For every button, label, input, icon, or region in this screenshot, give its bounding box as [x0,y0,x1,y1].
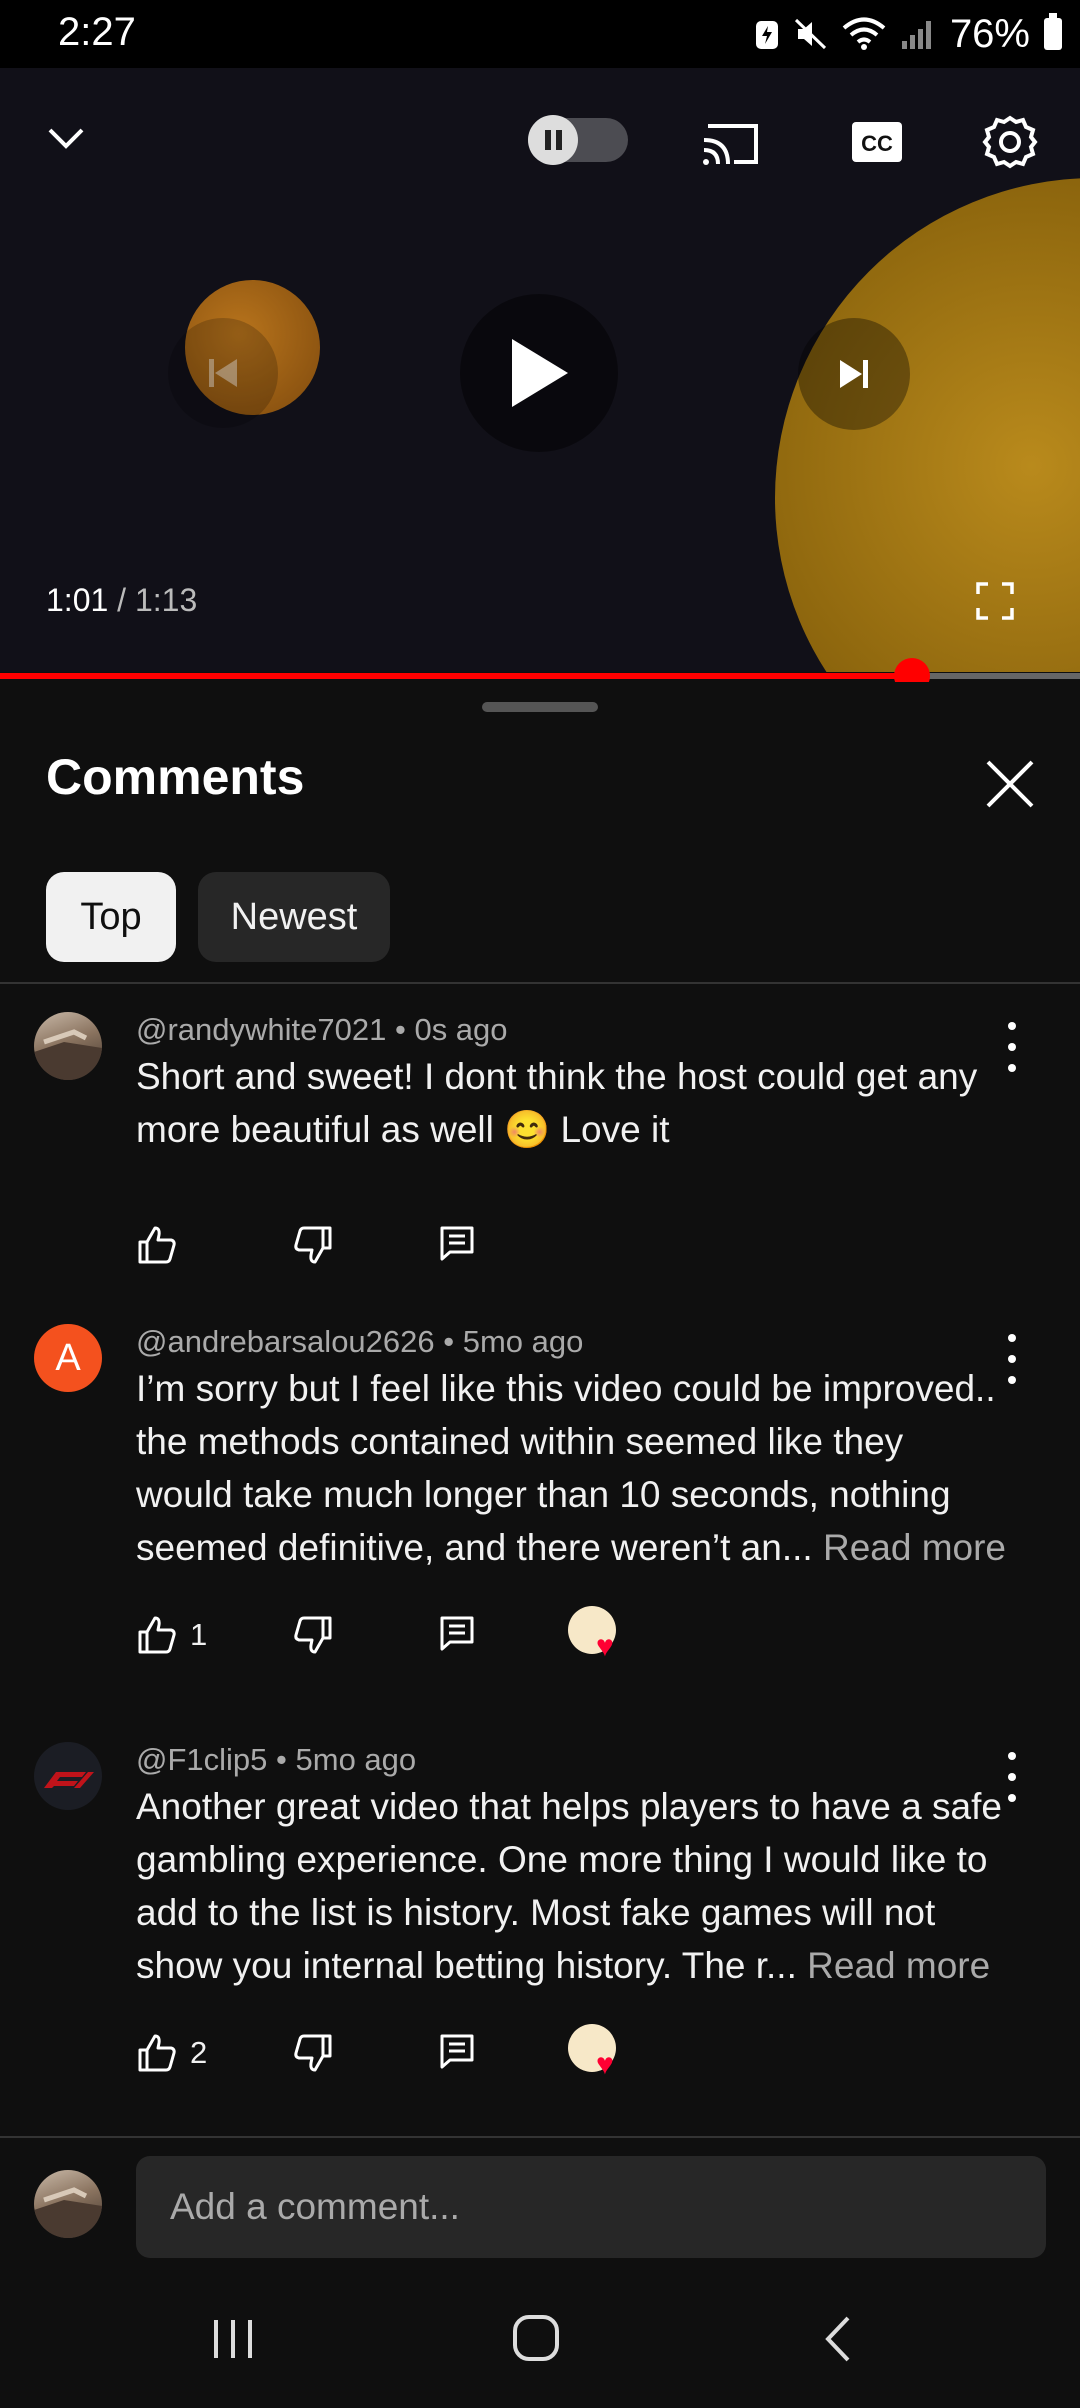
add-comment-bar: Add a comment... [0,2138,1080,2278]
progress-fill [0,673,912,679]
status-icons: 76% [754,8,1062,60]
comment-author[interactable]: @F1clip5 [136,1742,267,1777]
status-bar: 2:27 76% [0,0,1080,68]
back-icon[interactable] [818,2314,862,2364]
comment-text: Another great video that helps players t… [136,1786,1002,1986]
comment-text: I’m sorry but I feel like this video cou… [136,1368,1006,1568]
avatar-photo [34,1029,102,1080]
heart-icon: ♥ [596,1630,614,1663]
reply-icon [440,1616,474,1651]
autoplay-toggle[interactable] [528,115,628,165]
dislike-button[interactable] [292,2032,334,2074]
comment-author[interactable]: @randywhite7021 [136,1012,386,1047]
like-count: 2 [190,2035,208,2070]
avatar[interactable] [34,1742,102,1810]
thumbs-up-icon [138,1616,176,1654]
thumbs-up-icon [138,1226,176,1264]
mute-icon [794,18,826,50]
fullscreen-icon[interactable] [976,582,1014,620]
comments-title: Comments [46,749,305,805]
previous-button[interactable] [168,318,278,428]
drag-handle[interactable] [482,702,598,712]
data-saver-icon [755,21,778,49]
like-button[interactable]: 2 [136,2032,207,2074]
user-avatar [34,2170,102,2238]
duration: 1:13 [134,582,198,618]
play-icon [512,339,568,407]
dislike-button[interactable] [292,1614,334,1656]
home-icon[interactable] [510,2312,562,2364]
cc-icon[interactable]: CC [850,118,904,166]
f1-logo-icon [44,1772,94,1788]
status-time: 2:27 [58,10,136,54]
reply-button[interactable] [438,1224,476,1262]
comment-age: 5mo ago [295,1742,417,1777]
comment-age: 0s ago [414,1012,508,1047]
comment-text: Short and sweet! I dont think the host c… [136,1056,978,1150]
comment-meta: @randywhite7021 • 0s ago [136,1012,508,1047]
filter-chip-top[interactable]: Top [46,872,176,962]
chevron-down-icon[interactable] [44,116,88,160]
thumbs-down-icon [294,1616,332,1654]
thumbs-up-icon [138,2034,176,2072]
next-button[interactable] [798,318,910,430]
comment-meta: @andrebarsalou2626 • 5mo ago [136,1324,584,1359]
battery-icon [1044,13,1062,50]
like-button[interactable] [136,1224,190,1266]
signal-icon [901,21,931,49]
heart-icon: ♥ [596,2048,614,2081]
comments-panel: Comments Top Newest @randywhite7021 • 0s… [0,682,1080,2138]
cast-icon[interactable] [700,118,762,168]
pause-icon [528,115,578,165]
battery-percent: 76% [949,11,1030,56]
comment-actions [136,1224,736,1274]
reply-icon [440,2034,474,2069]
next-icon [840,360,868,388]
current-time: 1:01 [46,582,109,618]
comment-meta: @F1clip5 • 5mo ago [136,1742,417,1777]
like-button[interactable]: 1 [136,1614,207,1656]
play-button[interactable] [460,294,618,452]
avatar[interactable]: A [34,1324,102,1392]
reply-button[interactable] [438,2032,476,2070]
close-icon[interactable] [980,754,1040,814]
creator-heart-badge: ♥ [568,1606,628,1666]
comment-actions: 1 ♥ [136,1606,736,1664]
thumbs-down-icon [294,2034,332,2072]
comment-age: 5mo ago [462,1324,584,1359]
read-more-link[interactable]: Read more [807,1945,990,1986]
previous-icon [209,359,237,387]
creator-heart-badge: ♥ [568,2024,628,2084]
video-player[interactable]: CC 1:01 / 1:13 [0,68,1080,672]
settings-icon[interactable] [980,112,1040,172]
filter-chip-newest[interactable]: Newest [198,872,390,962]
divider [0,982,1080,984]
video-time: 1:01 / 1:13 [46,582,197,619]
svg-text:CC: CC [861,131,893,156]
recent-apps-icon[interactable] [208,2314,258,2364]
read-more-link[interactable]: Read more [823,1527,1006,1568]
like-count: 1 [190,1617,208,1652]
avatar[interactable] [34,1012,102,1080]
video-frame-planet [775,178,1080,672]
reply-icon [440,1226,474,1261]
avatar-photo [34,2187,102,2238]
time-separator: / [108,582,135,618]
add-comment-input[interactable]: Add a comment... [136,2156,1046,2258]
wifi-icon [842,17,886,50]
comment-author[interactable]: @andrebarsalou2626 [136,1324,435,1359]
dislike-button[interactable] [292,1224,334,1266]
comment-actions: 2 ♥ [136,2024,736,2082]
reply-button[interactable] [438,1614,476,1652]
thumbs-down-icon [294,1226,332,1264]
system-nav-bar [0,2278,1080,2408]
